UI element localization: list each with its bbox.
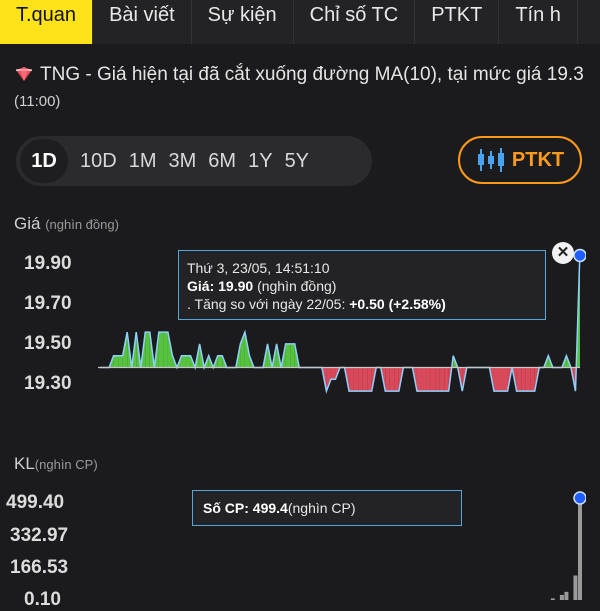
price-down-area — [493, 367, 499, 392]
candlestick-icon — [477, 148, 504, 172]
alert-text: TNG - Giá hiện tại đã cắt xuống đường MA… — [40, 64, 584, 85]
time-range-selector: 1D 10D 1M 3M 6M 1Y 5Y — [16, 136, 372, 186]
price-down-area — [516, 367, 522, 392]
tab-financial-ratios[interactable]: Chỉ số TC — [294, 0, 416, 44]
price-down-area — [362, 367, 368, 392]
volume-bar — [564, 591, 569, 600]
price-up-area — [113, 355, 119, 368]
price-down-area — [503, 367, 508, 392]
tab-more[interactable]: Tín h — [499, 0, 578, 44]
price-down-area — [421, 367, 427, 392]
price-down-area — [521, 367, 526, 392]
range-1d[interactable]: 1D — [20, 139, 68, 183]
price-alert: TNG - Giá hiện tại đã cắt xuống đường MA… — [14, 62, 584, 115]
price-up-area — [181, 355, 187, 368]
price-up-area — [217, 355, 223, 368]
price-down-area — [394, 367, 399, 392]
price-down-area — [525, 367, 531, 392]
range-5y[interactable]: 5Y — [285, 150, 309, 173]
price-axis-label: Giá — [14, 214, 41, 233]
volume-axis-title: KL(nghìn CP) — [14, 454, 98, 474]
price-tick-label: 19.50 — [24, 333, 72, 354]
tab-overview[interactable]: T.quan — [0, 0, 94, 44]
range-1y[interactable]: 1Y — [248, 150, 272, 173]
volume-tooltip-value: 499.4 — [252, 500, 288, 516]
price-down-area — [349, 367, 354, 392]
alert-time: (11:00) — [14, 93, 61, 110]
price-down-area — [430, 367, 436, 392]
price-up-area — [145, 332, 150, 368]
range-1m[interactable]: 1M — [129, 150, 157, 173]
price-axis-unit: (nghìn đồng) — [45, 217, 119, 232]
tooltip-change-prefix: . Tăng so với ngày 22/05: — [187, 296, 346, 312]
range-6m[interactable]: 6M — [208, 150, 236, 173]
price-tick-label: 19.70 — [24, 293, 72, 314]
volume-tooltip: Số CP: 499.4(nghìn CP) — [192, 490, 462, 526]
price-down-area — [435, 367, 440, 392]
close-icon[interactable]: ✕ — [552, 242, 574, 264]
price-down-area — [498, 367, 504, 392]
volume-bar — [578, 498, 582, 600]
tooltip-change-row: . Tăng so với ngày 22/05: +0.50 (+2.58%) — [187, 295, 537, 313]
range-3m[interactable]: 3M — [169, 150, 197, 173]
ptkt-label: PTKT — [511, 148, 565, 171]
tab-articles[interactable]: Bài viết — [93, 0, 192, 44]
tooltip-datetime: Thứ 3, 23/05, 14:51:10 — [187, 260, 330, 276]
price-up-area — [186, 355, 191, 368]
price-down-area — [358, 367, 363, 392]
volume-tooltip-label: Số CP: — [203, 500, 249, 516]
price-up-area — [290, 343, 295, 368]
price-down-area — [367, 367, 372, 392]
price-tick-label: 19.90 — [24, 253, 72, 274]
volume-tick-label: 499.40 — [6, 492, 65, 513]
price-up-area — [158, 332, 164, 368]
volume-tick-label: 166.53 — [10, 557, 69, 578]
volume-bar — [559, 594, 564, 600]
volume-tick-label: 0.10 — [24, 589, 61, 610]
volume-axis-label: KL — [14, 454, 35, 473]
red-diamond-icon — [16, 67, 32, 81]
price-cursor-dot — [573, 248, 586, 263]
price-down-area — [426, 367, 431, 392]
range-10d[interactable]: 10D — [80, 150, 117, 173]
price-down-area — [353, 367, 359, 392]
tab-events[interactable]: Sự kiện — [192, 0, 294, 44]
price-down-area — [416, 367, 422, 392]
price-axis-title: Giá (nghìn đồng) — [14, 214, 119, 234]
volume-tick-label: 332.97 — [10, 525, 69, 546]
price-down-area — [389, 367, 395, 392]
price-up-area — [285, 343, 291, 368]
price-up-area — [118, 355, 123, 368]
price-down-area — [444, 367, 449, 392]
price-down-area — [439, 367, 445, 392]
volume-tooltip-unit: (nghìn CP) — [287, 500, 356, 516]
ptkt-button[interactable]: PTKT — [458, 136, 582, 184]
price-down-area — [385, 367, 390, 392]
volume-cursor-dot — [573, 491, 586, 505]
price-tick-label: 19.30 — [24, 373, 72, 394]
tab-technical-analysis[interactable]: PTKT — [415, 0, 500, 44]
tab-bar: T.quan Bài viết Sự kiện Chỉ số TC PTKT T… — [0, 0, 600, 44]
volume-bar — [573, 575, 578, 600]
price-up-area — [163, 332, 168, 368]
tooltip-price-unit: (nghìn đồng) — [257, 278, 337, 294]
price-down-area — [330, 367, 336, 380]
tooltip-price-row: Giá: 19.90 (nghìn đồng) — [187, 277, 537, 295]
volume-axis-unit: (nghìn CP) — [34, 457, 98, 472]
tooltip-price-label: Giá: — [187, 278, 215, 294]
tooltip-change-value: +0.50 (+2.58%) — [349, 296, 446, 312]
price-tooltip: Thứ 3, 23/05, 14:51:10 Giá: 19.90 (nghìn… — [178, 250, 546, 320]
price-down-area — [530, 367, 535, 392]
tooltip-price-value: 19.90 — [218, 278, 254, 294]
